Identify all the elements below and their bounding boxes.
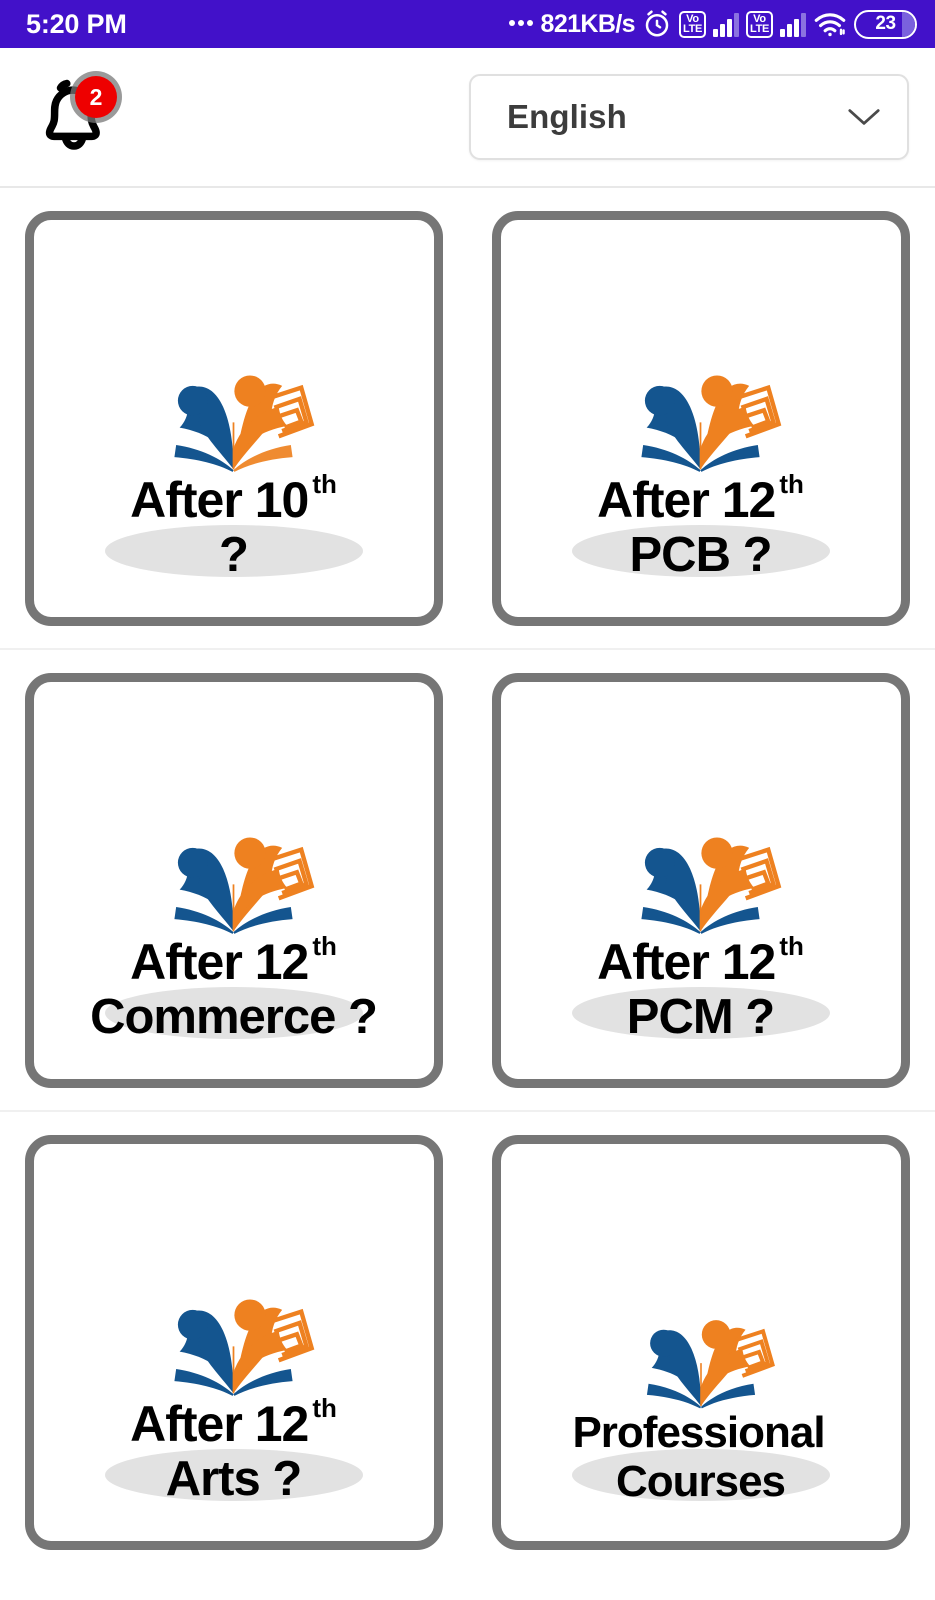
status-bar-clock: 5:20 PM	[26, 8, 127, 39]
card-label-line2: Courses	[615, 1457, 786, 1507]
education-book-logo-icon	[146, 1296, 321, 1402]
course-card-grid: After 10th ? After 12 th PCB ? After 12 …	[0, 188, 935, 1572]
education-book-logo-icon	[613, 372, 788, 478]
card-label-line1: After 12th	[130, 1392, 337, 1452]
card-professional-courses[interactable]: Professional Courses	[491, 1134, 910, 1550]
sim2-signal-icon	[780, 11, 806, 37]
card-label-line2: ?	[219, 527, 249, 582]
grid-cell: After 12th PCM ?	[467, 650, 934, 1110]
language-selector[interactable]: English	[469, 74, 909, 160]
grid-cell: Professional Courses	[467, 1112, 934, 1572]
card-label-line2: Commerce ?	[90, 989, 378, 1044]
wifi-icon	[813, 10, 847, 38]
notification-count-badge: 2	[75, 76, 117, 118]
education-book-logo-icon	[146, 372, 321, 478]
sim1-signal-icon	[713, 11, 739, 37]
education-book-logo-icon	[613, 834, 788, 940]
card-after-10th[interactable]: After 10th ?	[24, 210, 443, 626]
grid-cell: After 10th ?	[0, 188, 467, 648]
card-label-line1: Professional	[572, 1407, 825, 1457]
ordinal-suffix: th	[779, 468, 804, 499]
ordinal-suffix: th	[312, 1392, 337, 1423]
status-bar-icons: 821KB/s Vo LTE Vo LTE 23	[508, 9, 917, 39]
card-label: After 12th PCB ?	[501, 468, 901, 583]
card-after-12th-commerce[interactable]: After 12th Commerce ?	[24, 672, 443, 1088]
language-selector-value: English	[507, 98, 627, 135]
grid-cell: After 12th Arts ?	[0, 1112, 467, 1572]
status-bar: 5:20 PM 821KB/s Vo LTE Vo LTE 23	[0, 0, 935, 48]
grid-cell: After 12th PCB ?	[467, 188, 934, 648]
network-activity-dots-icon	[508, 20, 533, 26]
card-after-12th-pcb[interactable]: After 12th PCB ?	[491, 210, 910, 626]
card-row: After 12th Commerce ? After 12 th PCM ?	[0, 650, 935, 1112]
sim1-volte-icon: Vo LTE	[679, 10, 706, 38]
card-label-line2: PCM ?	[626, 989, 775, 1044]
network-speed-label: 821KB/s	[540, 9, 636, 38]
sim2-volte-icon: Vo LTE	[746, 10, 773, 38]
battery-icon: 23	[854, 9, 917, 39]
card-after-12th-arts[interactable]: After 12th Arts ?	[24, 1134, 443, 1550]
card-label: After 12th PCM ?	[501, 930, 901, 1045]
battery-level-label: 23	[875, 13, 896, 34]
ordinal-suffix: th	[312, 468, 337, 499]
chevron-down-icon	[847, 100, 881, 134]
card-label: After 10th ?	[34, 468, 434, 583]
education-book-logo-icon	[146, 834, 321, 940]
card-label: Professional Courses	[501, 1408, 901, 1507]
education-book-logo-icon	[621, 1317, 781, 1414]
grid-cell: After 12th Commerce ?	[0, 650, 467, 1110]
alarm-clock-icon	[642, 9, 672, 39]
card-label: After 12th Commerce ?	[34, 930, 434, 1045]
card-label-line1: After 12th	[597, 468, 804, 528]
card-row: After 12th Arts ? Professional Courses	[0, 1112, 935, 1572]
ordinal-suffix: th	[779, 930, 804, 961]
card-label-line1: After 10th	[130, 468, 337, 528]
card-label-line2: PCB ?	[629, 527, 773, 582]
card-label: After 12th Arts ?	[34, 1392, 434, 1507]
card-after-12th-pcm[interactable]: After 12th PCM ?	[491, 672, 910, 1088]
card-label-line1: After 12th	[130, 930, 337, 990]
card-label-line2: Arts ?	[165, 1451, 303, 1506]
card-label-line1: After 12th	[597, 930, 804, 990]
notification-bell-button[interactable]: 2	[28, 71, 120, 163]
app-header: 2 English	[0, 48, 935, 188]
ordinal-suffix: th	[312, 930, 337, 961]
card-row: After 10th ? After 12 th PCB ?	[0, 188, 935, 650]
